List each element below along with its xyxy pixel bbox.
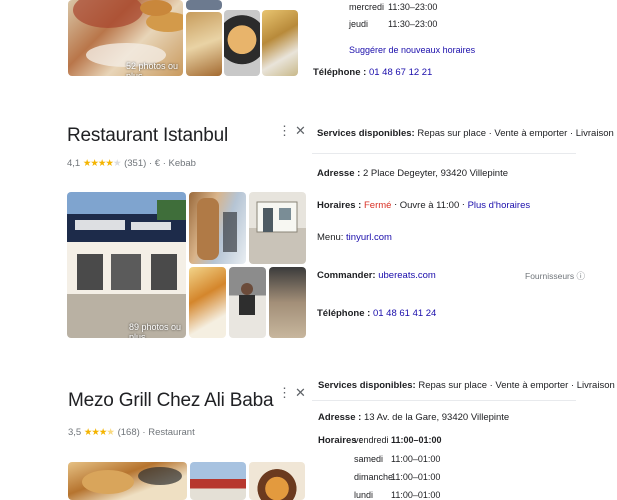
hours-day: vendredi [354, 435, 389, 445]
review-count[interactable]: (351) [124, 158, 146, 169]
hours-day: lundi [354, 490, 374, 500]
phone-value[interactable]: 01 48 61 41 24 [373, 308, 436, 319]
listing-3-rating-line: 3,5 ★★★★ (168) · Restaurant [68, 427, 195, 438]
listing-3-services: Services disponibles: Repas sur place · … [318, 380, 615, 391]
hours-time: 11:00–01:00 [391, 454, 441, 464]
star-half-icon: ★ [106, 427, 115, 438]
category: Restaurant [148, 427, 195, 438]
price-level: € [154, 158, 161, 169]
listing-1-main-photo[interactable]: 52 photos ou plus [68, 0, 183, 76]
listing-2-photo-4[interactable] [189, 267, 226, 338]
address-label: Adresse : [317, 168, 361, 179]
address-value: 2 Place Degeyter, 93420 Villepinte [362, 168, 509, 179]
more-hours-link[interactable]: Plus d'horaires [468, 200, 531, 211]
separator: · [142, 427, 146, 438]
menu-link[interactable]: tinyurl.com [346, 232, 392, 243]
listing-3-photo-2[interactable] [190, 462, 246, 500]
services-value: Repas sur place · Vente à emporter · Liv… [418, 380, 615, 391]
listing-3-address: Adresse : 13 Av. de la Gare, 93420 Ville… [318, 412, 509, 423]
hours-time: 11:00–01:00 [391, 435, 442, 445]
listing-3-title[interactable]: Mezo Grill Chez Ali Baba [68, 390, 274, 412]
listing-2-photo-5[interactable] [229, 267, 266, 338]
order-label: Commander: [317, 270, 376, 281]
listing-2-rating-line: 4,1 ★★★★★ (351) · € · Kebab [67, 158, 196, 169]
order-link[interactable]: ubereats.com [378, 270, 436, 281]
phone-value[interactable]: 01 48 67 12 21 [369, 67, 432, 78]
vertical-dots-icon[interactable]: ⋮ [278, 385, 291, 401]
listing-1-phone: Téléphone : 01 48 67 12 21 [313, 67, 432, 78]
listing-1-photo-3[interactable] [186, 12, 222, 76]
listing-2-title[interactable]: Restaurant Istanbul [67, 125, 228, 147]
listing-2-photo-2[interactable] [189, 192, 246, 264]
listing-2-services: Services disponibles: Repas sur place · … [317, 128, 614, 139]
listing-1-photo-2[interactable] [186, 0, 222, 10]
listing-2-address: Adresse : 2 Place Degeyter, 93420 Villep… [317, 168, 508, 179]
listing-2-order: Commander: ubereats.com [317, 270, 436, 281]
listing-2-hours: Horaires : Fermé ⋅ Ouvre à 11:00 ⋅ Plus … [317, 200, 530, 211]
listing-2-menu: Menu: tinyurl.com [317, 232, 392, 243]
suggest-hours-link[interactable]: Suggérer de nouveaux horaires [349, 45, 475, 55]
separator: · [148, 158, 153, 169]
rating-value: 3,5 [68, 427, 82, 438]
address-label: Adresse : [318, 412, 362, 423]
providers-button[interactable]: Fournisseurs ⓘ [525, 270, 585, 282]
separator: · [162, 158, 166, 169]
phone-label: Téléphone : [317, 308, 371, 319]
hours-day: jeudi [349, 19, 369, 29]
services-label: Services disponibles: [317, 128, 415, 139]
listing-1-photo-4[interactable] [224, 10, 260, 76]
hours-label: Horaires : [317, 200, 362, 211]
close-icon[interactable]: ✕ [295, 123, 306, 139]
hours-time: 11:30–23:00 [388, 19, 438, 29]
hours-time: 11:30–23:00 [388, 2, 438, 12]
hours-next: ⋅ Ouvre à 11:00 ⋅ [394, 200, 465, 211]
hours-time: 11:00–01:00 [391, 472, 441, 482]
star-rating-icon: ★★★★ [82, 158, 114, 169]
listing-3-main-photo[interactable] [68, 462, 187, 500]
listing-2-photo-6[interactable] [269, 267, 306, 338]
photos-count-badge: 52 photos ou plus [126, 61, 179, 76]
hours-day: dimanche [354, 472, 394, 482]
category: Kebab [168, 158, 196, 169]
hours-time: 11:00–01:00 [391, 490, 441, 500]
listing-2-phone: Téléphone : 01 48 61 41 24 [317, 308, 436, 319]
hours-day: mercredi [349, 2, 385, 12]
listing-2-photo-3[interactable] [249, 192, 306, 264]
listing-3-photo-3[interactable] [249, 462, 305, 500]
vertical-dots-icon[interactable]: ⋮ [278, 123, 291, 139]
star-empty-icon: ★ [112, 158, 122, 169]
review-count[interactable]: (168) [118, 427, 140, 438]
hours-status: Fermé [364, 200, 392, 211]
menu-label: Menu: [317, 232, 344, 243]
listing-2-main-photo[interactable]: 89 photos ou plus [67, 192, 186, 338]
close-icon[interactable]: ✕ [295, 385, 306, 401]
rating-value: 4,1 [67, 158, 81, 169]
services-label: Services disponibles: [318, 380, 416, 391]
phone-label: Téléphone : [313, 67, 367, 78]
address-value: 13 Av. de la Gare, 93420 Villepinte [363, 412, 510, 423]
hours-day: samedi [354, 454, 384, 464]
star-rating-icon: ★★★ [83, 427, 108, 438]
services-value: Repas sur place · Vente à emporter · Liv… [417, 128, 614, 139]
listing-1-photo-5[interactable] [262, 10, 298, 76]
photos-count-badge: 89 photos ou plus [129, 322, 182, 338]
